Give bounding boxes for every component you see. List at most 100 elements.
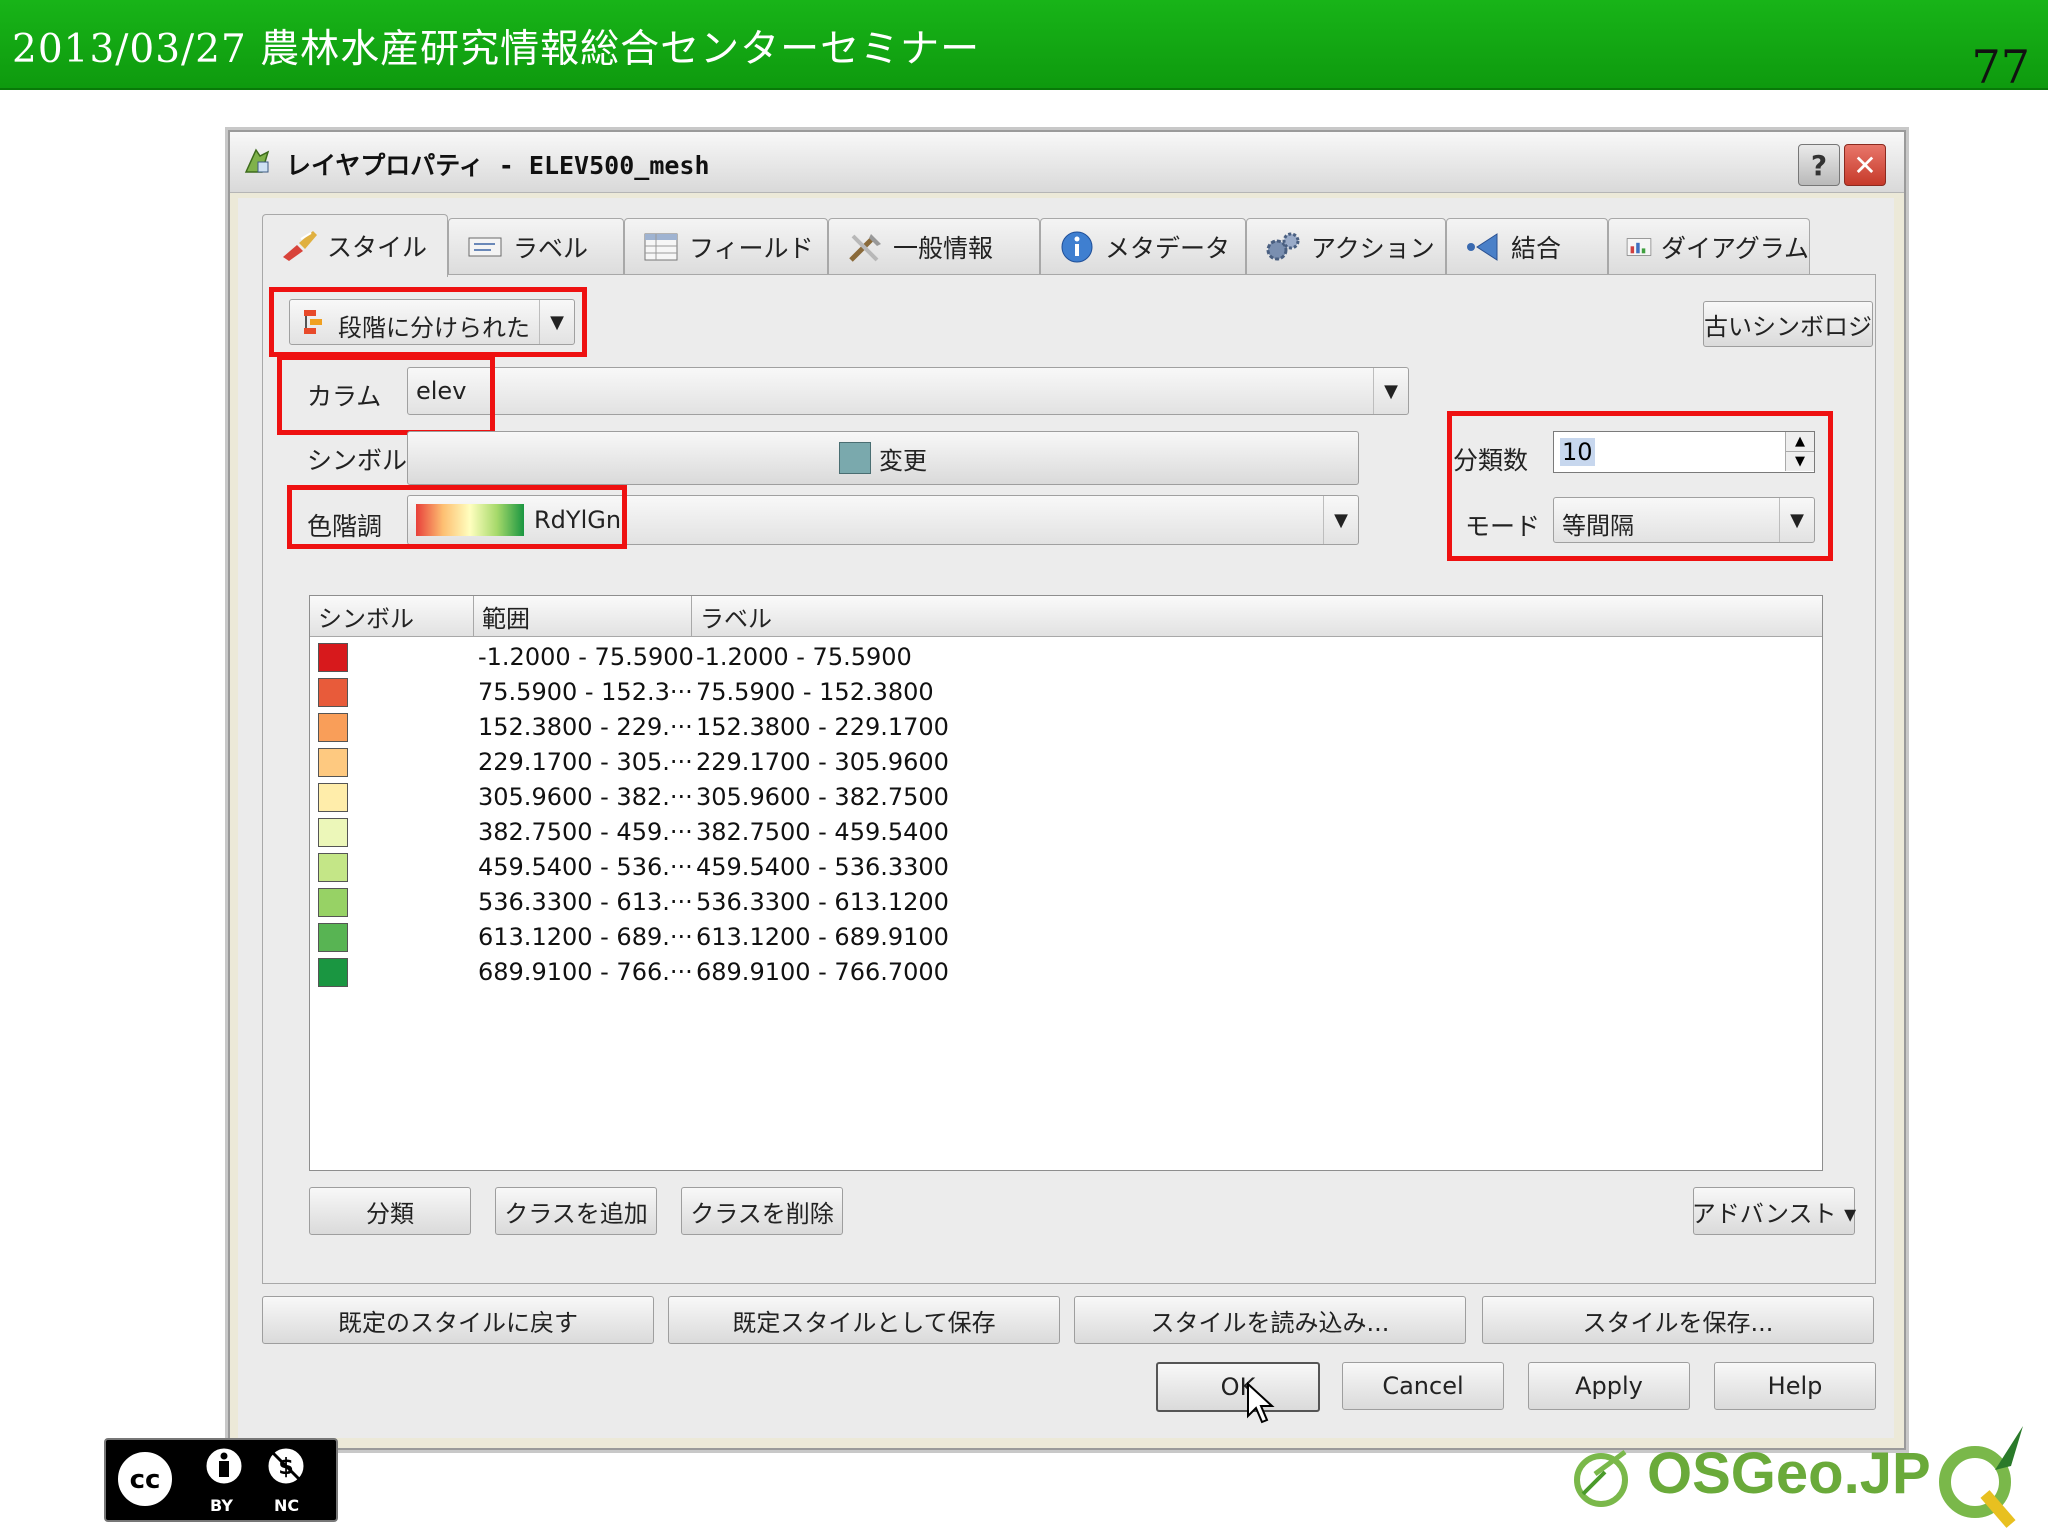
class-label: 382.7500 - 459.5400	[696, 818, 949, 846]
class-color-swatch[interactable]	[318, 643, 348, 672]
class-tree[interactable]: シンボル 範囲 ラベル -1.2000 - 75.5900 -1.2000 - 7…	[309, 595, 1823, 1171]
class-range: 459.5400 - 536.···	[478, 853, 693, 881]
advanced-button[interactable]: アドバンスト ▾	[1692, 1187, 1856, 1235]
tab-metadata[interactable]: メタデータ	[1040, 218, 1246, 275]
class-color-swatch[interactable]	[318, 818, 348, 847]
class-range: 229.1700 - 305.···	[478, 748, 693, 776]
info-icon	[1061, 231, 1093, 263]
tab-metadata-label: メタデータ	[1105, 234, 1231, 263]
class-label: 75.5900 - 152.3800	[696, 678, 934, 706]
tab-actions[interactable]: アクション	[1246, 218, 1446, 275]
class-color-swatch[interactable]	[318, 923, 348, 952]
tab-general[interactable]: 一般情報	[828, 218, 1040, 275]
save-default-style-button[interactable]: 既定スタイルとして保存	[668, 1296, 1060, 1344]
class-color-swatch[interactable]	[318, 853, 348, 882]
cancel-button[interactable]: Cancel	[1342, 1362, 1504, 1410]
qgis-logo-icon	[1939, 1426, 2023, 1528]
table-row[interactable]: 459.5400 - 536.··· 459.5400 - 536.3300	[310, 850, 1822, 885]
brush-icon	[283, 231, 317, 261]
table-row[interactable]: 613.1200 - 689.··· 613.1200 - 689.9100	[310, 920, 1822, 955]
save-style-button[interactable]: スタイルを保存...	[1482, 1296, 1874, 1344]
close-window-button[interactable]: ✕	[1844, 144, 1886, 186]
osgeo-jp-text: OSGeo.JP	[1647, 1441, 1931, 1506]
tab-style[interactable]: スタイル	[262, 214, 448, 277]
add-class-button[interactable]: クラスを追加	[495, 1187, 657, 1235]
noncommercial-icon: $	[265, 1445, 307, 1487]
tools-icon	[849, 234, 881, 262]
highlight-classes-mode	[1447, 411, 1833, 561]
highlight-color-ramp	[287, 485, 627, 549]
class-range: 305.9600 - 382.···	[478, 783, 693, 811]
highlight-column	[277, 355, 495, 435]
restore-default-style-button[interactable]: 既定のスタイルに戻す	[262, 1296, 654, 1344]
highlight-renderer	[269, 287, 587, 357]
symbol-label: シンボル	[307, 446, 408, 475]
svg-text:cc: cc	[130, 1465, 161, 1495]
tab-label-text: ラベル	[513, 234, 589, 263]
classify-button[interactable]: 分類	[309, 1187, 471, 1235]
label-icon	[468, 237, 502, 257]
class-color-swatch[interactable]	[318, 783, 348, 812]
tab-fields-label: フィールド	[689, 234, 814, 263]
osgeo-leaf-icon	[1574, 1449, 1628, 1507]
window-titlebar[interactable]: レイヤプロパティ - ELEV500_mesh ? ✕	[230, 132, 1904, 193]
class-color-swatch[interactable]	[318, 748, 348, 777]
help-button[interactable]: Help	[1714, 1362, 1876, 1410]
table-row[interactable]: -1.2000 - 75.5900 -1.2000 - 75.5900	[310, 640, 1822, 675]
join-icon	[1467, 233, 1498, 261]
attribution-icon	[203, 1445, 245, 1487]
osgeo-jp-logo: OSGeo.JP	[1565, 1420, 2045, 1530]
tab-general-label: 一般情報	[893, 234, 994, 263]
class-label: -1.2000 - 75.5900	[696, 643, 912, 671]
class-range: 75.5900 - 152.3···	[478, 678, 693, 706]
cc-icon: cc	[114, 1448, 176, 1510]
table-row[interactable]: 229.1700 - 305.··· 229.1700 - 305.9600	[310, 745, 1822, 780]
chevron-down-icon: ▼	[1373, 368, 1408, 414]
dialog-client-area: スタイル ラベル フィールド 一般情報 メタデータ アクション 結合 ダイアグラ…	[238, 198, 1894, 1438]
tab-fields[interactable]: フィールド	[624, 218, 828, 275]
apply-button[interactable]: Apply	[1528, 1362, 1690, 1410]
class-color-swatch[interactable]	[318, 678, 348, 707]
symbol-change-label: 変更	[879, 446, 927, 475]
tab-join[interactable]: 結合	[1446, 218, 1608, 275]
class-color-swatch[interactable]	[318, 713, 348, 742]
diagram-icon	[1626, 238, 1652, 256]
chevron-down-icon: ▼	[1323, 496, 1358, 544]
table-row[interactable]: 75.5900 - 152.3··· 75.5900 - 152.3800	[310, 675, 1822, 710]
class-label: 459.5400 - 536.3300	[696, 853, 949, 881]
table-row[interactable]: 305.9600 - 382.··· 305.9600 - 382.7500	[310, 780, 1822, 815]
class-label: 536.3300 - 613.1200	[696, 888, 949, 916]
style-panel: 段階に分けられた ▼ 古いシンボロジ カラム elev ▼ シンボル 変更 色階…	[262, 274, 1876, 1284]
ok-button[interactable]: OK	[1156, 1362, 1320, 1412]
help-titlebar-button[interactable]: ?	[1798, 144, 1840, 186]
delete-class-button[interactable]: クラスを削除	[681, 1187, 843, 1235]
class-range: 613.1200 - 689.···	[478, 923, 693, 951]
header-symbol[interactable]: シンボル	[310, 596, 474, 636]
table-row[interactable]: 689.9100 - 766.··· 689.9100 - 766.7000	[310, 955, 1822, 990]
load-style-button[interactable]: スタイルを読み込み...	[1074, 1296, 1466, 1344]
class-color-swatch[interactable]	[318, 958, 348, 987]
table-row[interactable]: 152.3800 - 229.··· 152.3800 - 229.1700	[310, 710, 1822, 745]
symbol-preview	[839, 442, 871, 474]
tab-diagram[interactable]: ダイアグラム	[1608, 218, 1810, 275]
cc-license-badge: cc $ BY NC	[104, 1438, 338, 1522]
header-range[interactable]: 範囲	[474, 596, 692, 636]
symbol-change-button[interactable]: 変更	[407, 431, 1359, 485]
tab-label[interactable]: ラベル	[448, 218, 624, 275]
class-label: 613.1200 - 689.9100	[696, 923, 949, 951]
old-symbology-button[interactable]: 古いシンボロジ	[1703, 301, 1873, 347]
column-combo[interactable]: elev ▼	[407, 367, 1409, 415]
window-title: レイヤプロパティ - ELEV500_mesh	[286, 151, 710, 180]
table-row[interactable]: 536.3300 - 613.··· 536.3300 - 613.1200	[310, 885, 1822, 920]
table-icon	[644, 233, 678, 261]
class-tree-header: シンボル 範囲 ラベル	[310, 596, 1822, 637]
class-range: -1.2000 - 75.5900	[478, 643, 694, 671]
cc-nc-label: NC	[274, 1496, 300, 1515]
header-label[interactable]: ラベル	[692, 596, 1822, 636]
tab-actions-label: アクション	[1311, 234, 1435, 263]
class-label: 305.9600 - 382.7500	[696, 783, 949, 811]
class-color-swatch[interactable]	[318, 888, 348, 917]
tab-style-label: スタイル	[327, 233, 428, 262]
table-row[interactable]: 382.7500 - 459.··· 382.7500 - 459.5400	[310, 815, 1822, 850]
class-range: 382.7500 - 459.···	[478, 818, 693, 846]
